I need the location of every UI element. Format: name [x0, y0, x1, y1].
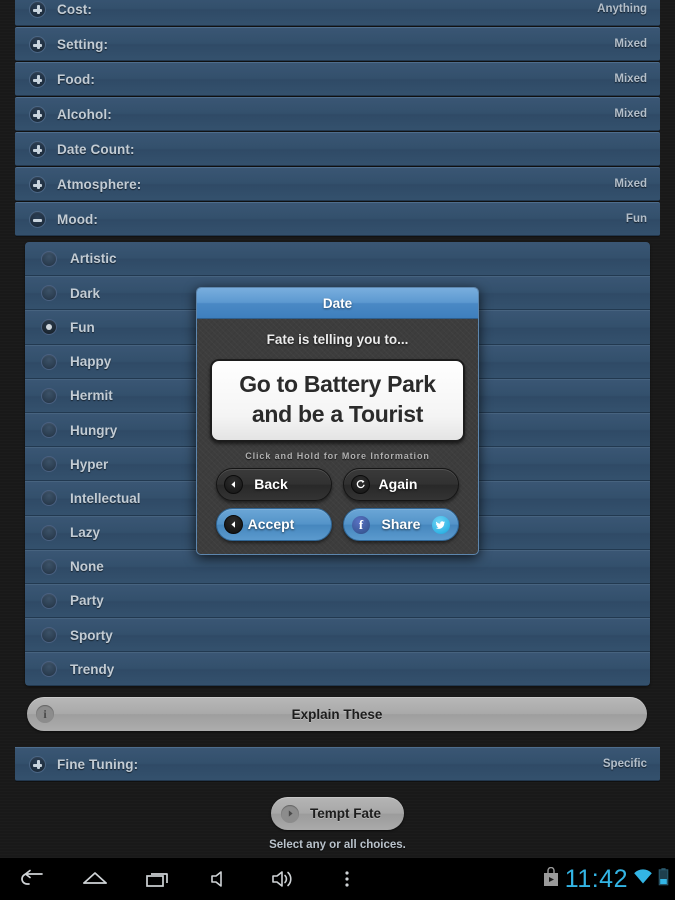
category-row-mood[interactable]: Mood: Fun — [15, 202, 660, 236]
category-label: Atmosphere: — [57, 176, 142, 192]
hold-hint: Click and Hold for More Information — [245, 450, 430, 461]
back-button[interactable]: Back — [216, 467, 332, 501]
wifi-icon — [633, 868, 653, 891]
radio-icon[interactable] — [41, 524, 57, 541]
plus-icon — [29, 755, 46, 773]
category-value: Mixed — [614, 73, 647, 85]
again-button[interactable]: Again — [343, 467, 459, 501]
result-line-2: and be a Tourist — [251, 401, 424, 428]
plus-icon — [29, 105, 46, 123]
plus-icon — [29, 140, 46, 158]
radio-icon[interactable] — [41, 456, 57, 473]
play-store-icon — [542, 866, 560, 892]
mood-option-party[interactable]: Party — [25, 583, 650, 619]
mood-option-label: Hungry — [70, 422, 118, 438]
dialog-button-row-1: Back Again — [197, 467, 478, 501]
plus-icon — [29, 70, 46, 88]
accept-button[interactable]: Accept — [216, 507, 332, 541]
category-label: Mood: — [57, 211, 98, 227]
category-value: Mixed — [614, 108, 647, 120]
category-row-fine-tuning[interactable]: Fine Tuning: Specific — [15, 747, 660, 781]
radio-icon[interactable] — [41, 627, 57, 644]
back-nav-icon[interactable] — [0, 868, 63, 890]
mood-option-label: Artistic — [70, 251, 117, 267]
category-label: Date Count: — [57, 141, 135, 157]
dialog-button-row-2: Accept f Share — [197, 507, 478, 541]
battery-icon — [658, 867, 669, 892]
mood-option-label: Intellectual — [70, 490, 141, 506]
radio-icon[interactable] — [41, 592, 57, 609]
category-label: Setting: — [57, 36, 109, 52]
tempt-fate-label: Tempt Fate — [309, 806, 381, 821]
mood-option-label: Party — [70, 593, 104, 609]
category-row-food[interactable]: Food: Mixed — [15, 62, 660, 96]
category-value: Mixed — [614, 178, 647, 190]
explain-these-button[interactable]: i Explain These — [27, 697, 647, 731]
category-row-date-count[interactable]: Date Count: — [15, 132, 660, 166]
category-value: Mixed — [614, 38, 647, 50]
info-icon: i — [36, 705, 54, 723]
mood-option-label: Lazy — [70, 525, 101, 541]
category-row-atmosphere[interactable]: Atmosphere: Mixed — [15, 167, 660, 201]
mood-option-label: Fun — [70, 319, 95, 335]
clock: 11:42 — [564, 864, 628, 893]
category-row-setting[interactable]: Setting: Mixed — [15, 27, 660, 61]
category-label: Alcohol: — [57, 106, 112, 122]
mood-option-label: Dark — [70, 285, 101, 301]
result-box[interactable]: Go to Battery Park and be a Tourist — [210, 359, 465, 442]
android-navigation-bar: 11:42 — [0, 858, 675, 900]
radio-icon[interactable] — [41, 661, 57, 678]
radio-icon[interactable] — [41, 422, 57, 439]
home-nav-icon[interactable] — [63, 868, 126, 890]
mood-option-label: Trendy — [70, 661, 115, 677]
result-line-1: Go to Battery Park — [239, 371, 436, 397]
category-value: Fun — [625, 213, 647, 225]
mood-option-label: Happy — [70, 354, 112, 370]
mood-option-artistic[interactable]: Artistic — [25, 242, 650, 277]
plus-icon — [29, 0, 46, 18]
share-button[interactable]: f Share — [343, 507, 459, 541]
dialog-subtitle: Fate is telling you to... — [266, 332, 409, 347]
radio-icon[interactable] — [41, 387, 57, 404]
play-arrow-icon — [281, 804, 299, 823]
radio-icon-selected[interactable] — [41, 319, 57, 336]
dialog-title: Date — [197, 288, 478, 319]
fine-tuning-value: Specific — [602, 758, 647, 770]
mood-option-label: None — [70, 559, 104, 575]
category-label: Cost: — [57, 1, 92, 17]
overflow-menu-icon[interactable] — [315, 868, 378, 890]
mood-option-label: Hyper — [70, 456, 109, 472]
radio-icon[interactable] — [41, 490, 57, 507]
selection-hint: Select any or all choices. — [269, 839, 406, 851]
radio-icon[interactable] — [41, 353, 57, 370]
minus-icon — [29, 210, 46, 228]
mood-option-label: Hermit — [70, 388, 113, 404]
tempt-fate-button[interactable]: Tempt Fate — [271, 797, 404, 830]
date-result-dialog: Date Fate is telling you to... Go to Bat… — [196, 287, 479, 555]
category-list: Cost: Anything Setting: Mixed Food: Mixe… — [15, 0, 660, 237]
mood-option-trendy[interactable]: Trendy — [25, 652, 650, 687]
category-row-alcohol[interactable]: Alcohol: Mixed — [15, 97, 660, 131]
app-screen: Cost: Anything Setting: Mixed Food: Mixe… — [0, 0, 675, 900]
category-value: Anything — [597, 3, 647, 15]
fine-tuning-label: Fine Tuning: — [57, 756, 139, 772]
plus-icon — [29, 35, 46, 53]
explain-these-label: Explain These — [291, 706, 383, 722]
mood-option-sporty[interactable]: Sporty — [25, 618, 650, 653]
mood-option-none[interactable]: None — [25, 549, 650, 584]
category-row-cost[interactable]: Cost: Anything — [15, 0, 660, 26]
radio-icon[interactable] — [41, 250, 57, 267]
fine-tuning-section: Fine Tuning: Specific — [15, 747, 660, 782]
radio-icon[interactable] — [41, 558, 57, 575]
volume-down-icon[interactable] — [189, 868, 252, 890]
mood-option-label: Sporty — [70, 627, 113, 643]
category-label: Food: — [57, 71, 95, 87]
twitter-icon — [432, 515, 450, 534]
recent-apps-nav-icon[interactable] — [126, 868, 189, 890]
radio-icon[interactable] — [41, 285, 57, 302]
facebook-icon: f — [352, 515, 370, 534]
volume-up-icon[interactable] — [252, 868, 315, 890]
plus-icon — [29, 175, 46, 193]
status-icons: 11:42 — [542, 858, 669, 900]
